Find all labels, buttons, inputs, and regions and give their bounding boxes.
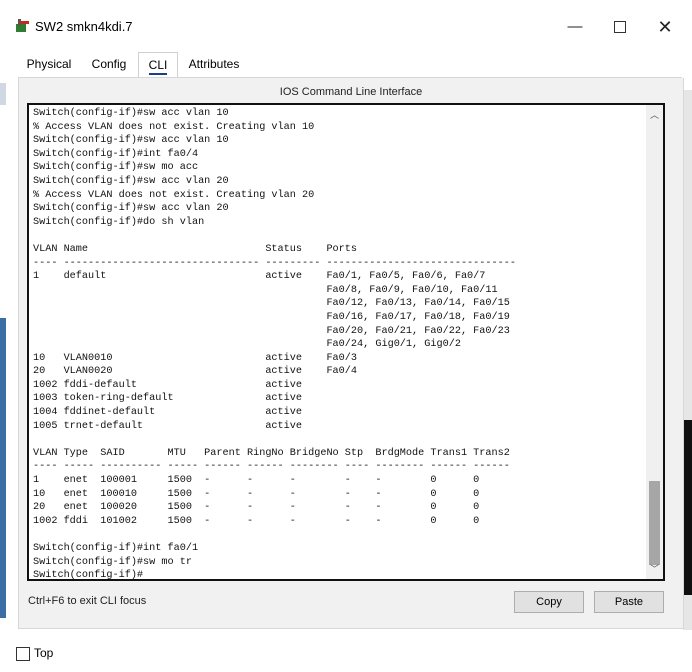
terminal-line: Fa0/8, Fa0/9, Fa0/10, Fa0/11	[33, 284, 498, 296]
terminal-line: VLAN Type SAID MTU Parent RingNo BridgeN…	[33, 447, 510, 459]
top-checkbox-label: Top	[34, 646, 54, 660]
tab-config[interactable]: Config	[84, 52, 134, 76]
tab-physical[interactable]: Physical	[18, 52, 80, 76]
terminal-line: Fa0/24, Gig0/1, Gig0/2	[33, 339, 461, 351]
terminal-line: % Access VLAN does not exist. Creating v…	[33, 189, 315, 201]
terminal-line: Switch(config-if)#do sh vlan	[33, 216, 205, 228]
terminal-output[interactable]: Switch(config-if)#sw acc vlan 10 % Access…	[33, 107, 643, 581]
terminal-line: Switch(config-if)#	[33, 570, 144, 581]
close-button[interactable]: ✕	[643, 12, 687, 42]
terminal-line: Switch(config-if)#sw acc vlan 10	[33, 108, 229, 119]
terminal-line: 10 VLAN0010 active Fa0/3	[33, 352, 358, 364]
tab-attributes[interactable]: Attributes	[182, 52, 246, 76]
tab-cli[interactable]: CLI	[138, 52, 178, 77]
background-window-edge	[683, 420, 692, 595]
cli-focus-hint: Ctrl+F6 to exit CLI focus	[28, 595, 147, 607]
terminal-scrollbar[interactable]: ︿ ﹀	[646, 105, 663, 579]
title-bar: SW2 smkn4kdi.7 — ✕	[0, 0, 692, 44]
terminal-line: 1004 fddinet-default active	[33, 407, 302, 419]
terminal-line: 20 enet 100020 1500 - - - - - 0 0	[33, 502, 480, 514]
window-title: SW2 smkn4kdi.7	[35, 19, 133, 34]
background-window-edge	[0, 83, 6, 105]
scroll-up-icon[interactable]: ︿	[646, 107, 663, 123]
scroll-down-icon[interactable]: ﹀	[646, 561, 663, 577]
scrollbar-thumb[interactable]	[649, 481, 660, 565]
terminal-line: Switch(config-if)#sw mo acc	[33, 162, 199, 174]
terminal-line: Fa0/16, Fa0/17, Fa0/18, Fa0/19	[33, 311, 510, 323]
app-icon	[16, 19, 29, 32]
terminal-line: 1005 trnet-default active	[33, 420, 302, 432]
terminal-line: Switch(config-if)#int fa0/1	[33, 543, 199, 554]
top-checkbox[interactable]	[16, 647, 30, 661]
terminal-line: Switch(config-if)#sw acc vlan 10	[33, 135, 229, 147]
terminal-line: Switch(config-if)#sw mo tr	[33, 556, 192, 568]
terminal-line: Fa0/20, Fa0/21, Fa0/22, Fa0/23	[33, 325, 510, 337]
terminal-line: VLAN Name Status Ports	[33, 243, 358, 255]
minimize-button[interactable]: —	[553, 12, 597, 42]
panel-divider	[18, 628, 684, 629]
cli-terminal[interactable]: Switch(config-if)#sw acc vlan 10 % Access…	[27, 103, 665, 581]
terminal-line: Switch(config-if)#sw acc vlan 20	[33, 203, 229, 215]
terminal-line: % Access VLAN does not exist. Creating v…	[33, 121, 315, 133]
terminal-line: 1 enet 100001 1500 - - - - - 0 0	[33, 475, 480, 487]
terminal-line: Switch(config-if)#int fa0/4	[33, 148, 199, 160]
terminal-line: Fa0/12, Fa0/13, Fa0/14, Fa0/15	[33, 298, 510, 310]
terminal-line: 10 enet 100010 1500 - - - - - 0 0	[33, 488, 480, 500]
terminal-line: 1002 fddi 101002 1500 - - - - - 0 0	[33, 515, 480, 527]
terminal-line: 1 default active Fa0/1, Fa0/5, Fa0/6, Fa…	[33, 271, 486, 283]
copy-button[interactable]: Copy	[514, 591, 584, 613]
panel-title: IOS Command Line Interface	[279, 86, 423, 98]
maximize-icon	[614, 21, 626, 34]
close-icon: ✕	[657, 17, 673, 37]
terminal-line: 1003 token-ring-default active	[33, 393, 302, 405]
terminal-line: ---- ----- ---------- ----- ------ -----…	[33, 461, 510, 473]
terminal-line: ---- -------------------------------- --…	[33, 257, 516, 269]
paste-button[interactable]: Paste	[594, 591, 664, 613]
background-window-edge	[0, 318, 6, 618]
terminal-line: Switch(config-if)#sw acc vlan 20	[33, 175, 229, 187]
terminal-line: 20 VLAN0020 active Fa0/4	[33, 366, 358, 378]
maximize-button[interactable]	[598, 12, 642, 42]
terminal-line: 1002 fddi-default active	[33, 379, 302, 391]
minimize-icon: —	[567, 18, 583, 35]
